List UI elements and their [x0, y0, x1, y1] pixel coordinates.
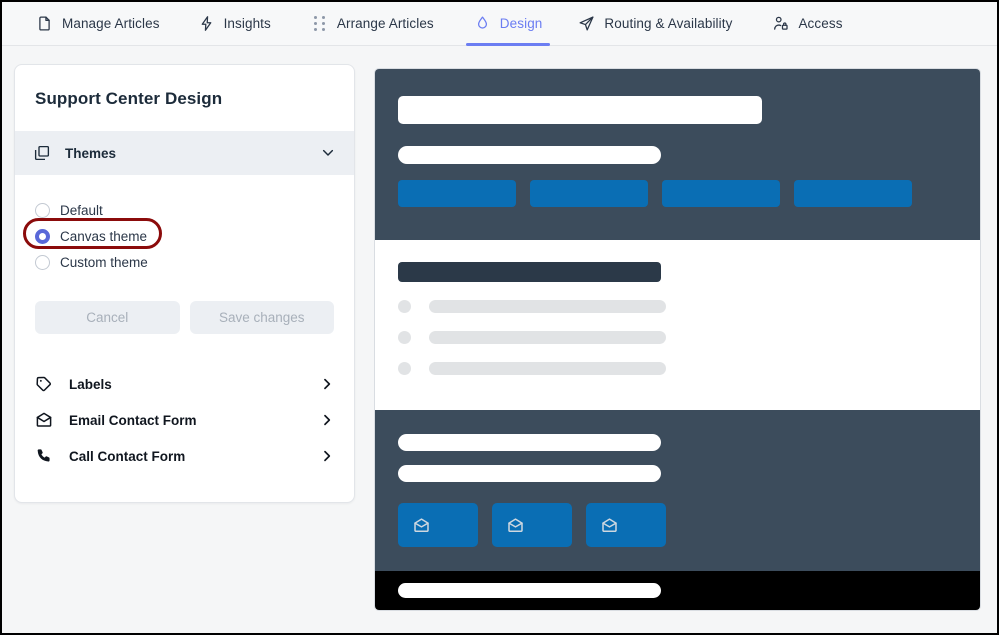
- preview-chip: [794, 180, 912, 207]
- settings-menu-list: Labels Email Contact Form Call Contact F…: [15, 352, 354, 502]
- tab-design[interactable]: Design: [462, 2, 555, 46]
- menu-item-labels[interactable]: Labels: [35, 366, 334, 402]
- user-lock-icon: [772, 15, 789, 32]
- menu-item-label: Labels: [69, 376, 112, 392]
- preview-bullet-dot: [398, 300, 411, 313]
- preview-contact-card: [586, 503, 666, 547]
- preview-heading-placeholder: [398, 262, 661, 282]
- menu-item-label: Call Contact Form: [69, 448, 186, 464]
- preview-subtitle-placeholder: [398, 146, 661, 164]
- tab-label: Insights: [223, 16, 271, 31]
- envelope-icon: [600, 516, 619, 535]
- preview-title-placeholder: [398, 96, 762, 124]
- action-button-row: Cancel Save changes: [35, 301, 334, 334]
- themes-section-body: Default Canvas theme Custom theme Cancel…: [15, 175, 354, 352]
- tab-arrange-articles[interactable]: Arrange Articles: [301, 2, 446, 46]
- tab-manage-articles[interactable]: Manage Articles: [24, 2, 172, 46]
- save-changes-button[interactable]: Save changes: [189, 301, 334, 334]
- preview-text-placeholder: [429, 362, 666, 375]
- droplet-icon: [474, 15, 491, 32]
- menu-item-label: Email Contact Form: [69, 412, 197, 428]
- envelope-icon: [35, 411, 53, 429]
- preview-chip: [530, 180, 648, 207]
- grip-dots-icon: [313, 15, 328, 31]
- preview-chip: [398, 180, 516, 207]
- themes-section-label: Themes: [65, 145, 117, 161]
- cancel-button[interactable]: Cancel: [35, 301, 180, 334]
- radio-label: Canvas theme: [60, 228, 148, 244]
- preview-chip: [662, 180, 780, 207]
- preview-bullet-dot: [398, 331, 411, 344]
- preview-hero-section: [375, 69, 980, 240]
- radio-option-custom-theme[interactable]: Custom theme: [35, 249, 334, 275]
- theme-preview: [374, 68, 981, 611]
- preview-footer-placeholder: [398, 583, 661, 598]
- tab-insights[interactable]: Insights: [186, 2, 283, 46]
- layers-icon: [33, 144, 51, 162]
- preview-footer-section: [375, 571, 980, 610]
- paper-plane-icon: [578, 15, 595, 32]
- chevron-right-icon: [320, 413, 334, 427]
- tab-label: Design: [499, 16, 543, 31]
- preview-article-section: [375, 240, 980, 410]
- themes-section-header[interactable]: Themes: [15, 131, 354, 175]
- menu-item-call-contact-form[interactable]: Call Contact Form: [35, 438, 334, 474]
- document-icon: [36, 15, 53, 32]
- preview-contact-card-row: [398, 503, 957, 547]
- app-window: Manage Articles Insights Arrange Article…: [0, 0, 999, 635]
- preview-chip-row: [398, 180, 957, 207]
- preview-contact-section: [375, 410, 980, 571]
- preview-bullet-dot: [398, 362, 411, 375]
- preview-list-item: [398, 300, 957, 313]
- page-title: Support Center Design: [35, 89, 223, 108]
- lightning-bolt-icon: [198, 15, 215, 32]
- radio-button[interactable]: [35, 228, 50, 244]
- chevron-right-icon: [320, 449, 334, 463]
- tab-label: Arrange Articles: [336, 16, 434, 31]
- preview-text-placeholder: [429, 300, 666, 313]
- tab-label: Access: [798, 16, 843, 31]
- preview-list-item: [398, 331, 957, 344]
- tab-label: Manage Articles: [62, 16, 160, 31]
- envelope-icon: [506, 516, 525, 535]
- tag-icon: [35, 375, 53, 393]
- radio-option-default[interactable]: Default: [35, 197, 334, 223]
- tab-access[interactable]: Access: [760, 2, 854, 46]
- preview-contact-card: [492, 503, 572, 547]
- radio-label: Custom theme: [60, 254, 148, 270]
- main-tab-bar: Manage Articles Insights Arrange Article…: [2, 2, 997, 46]
- radio-label: Default: [60, 202, 103, 218]
- preview-field-placeholder: [398, 434, 661, 451]
- radio-option-canvas-theme[interactable]: Canvas theme: [23, 218, 334, 249]
- tab-routing-availability[interactable]: Routing & Availability: [566, 2, 744, 46]
- preview-list-item: [398, 362, 957, 375]
- chevron-right-icon: [320, 377, 334, 391]
- menu-item-email-contact-form[interactable]: Email Contact Form: [35, 402, 334, 438]
- tab-label: Routing & Availability: [604, 16, 733, 31]
- chevron-down-icon[interactable]: [320, 145, 336, 161]
- design-settings-panel: Support Center Design Themes Default Can…: [14, 64, 355, 503]
- envelope-icon: [412, 516, 431, 535]
- preview-field-placeholder: [398, 465, 661, 482]
- preview-text-placeholder: [429, 331, 666, 344]
- preview-contact-card: [398, 503, 478, 547]
- radio-button[interactable]: [35, 254, 50, 270]
- radio-button[interactable]: [35, 202, 50, 218]
- phone-icon: [35, 447, 53, 465]
